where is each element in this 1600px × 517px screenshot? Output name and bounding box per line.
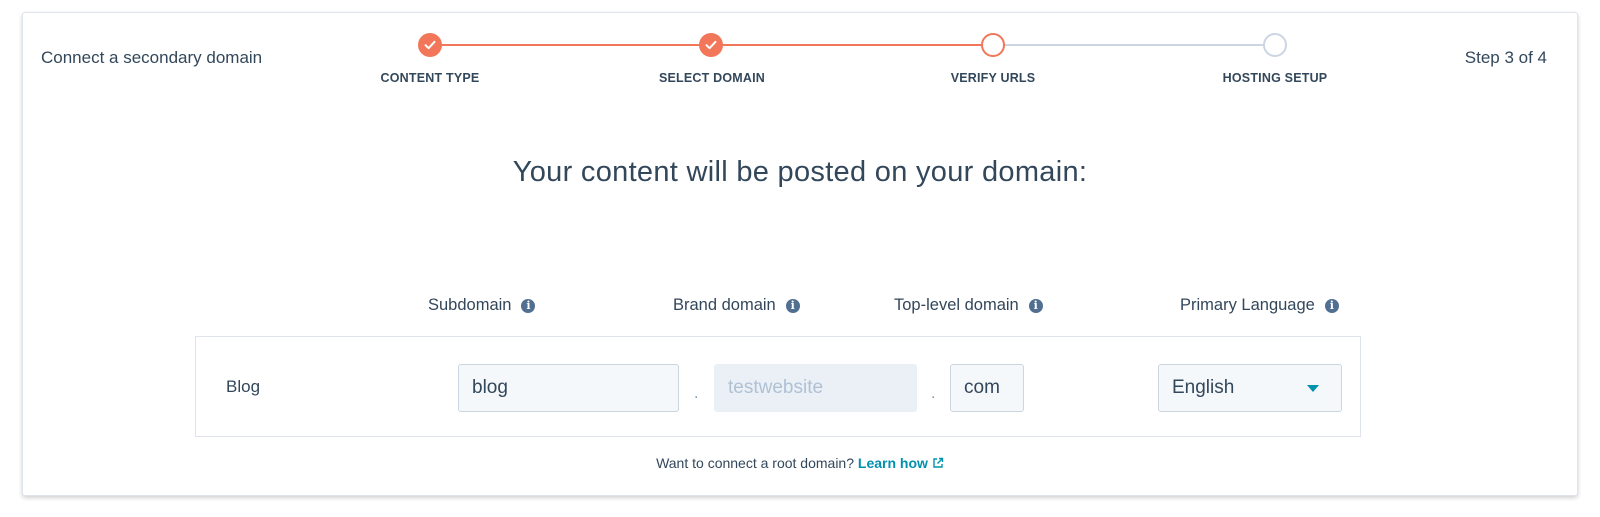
content-type-label: Blog [226, 377, 261, 396]
stepper-line-3 [1005, 44, 1287, 46]
primary-language-header: Primary Language i [1180, 296, 1339, 315]
page-headline: Your content will be posted on your doma… [512, 156, 1088, 188]
top-level-domain-header: Top-level domain i [894, 296, 1043, 315]
info-icon[interactable]: i [1028, 298, 1043, 313]
root-domain-note: Want to connect a root domain? Learn how [23, 455, 1577, 471]
learn-how-link[interactable]: Learn how [858, 455, 944, 471]
step-select-domain-node[interactable] [699, 33, 723, 57]
domain-row: Blog blog . testwebsite . com English [195, 336, 1361, 437]
separator-dot: . [931, 385, 936, 402]
step-label-select-domain: SELECT DOMAIN [658, 71, 766, 85]
check-icon [424, 40, 436, 50]
info-icon[interactable]: i [1324, 298, 1339, 313]
root-domain-question: Want to connect a root domain? [656, 455, 855, 471]
caret-down-icon [1307, 385, 1319, 392]
connect-domain-card: Connect a secondary domain Step 3 of 4 C… [22, 12, 1578, 496]
info-icon[interactable]: i [785, 298, 800, 313]
step-hosting-setup-node [1263, 33, 1287, 57]
stepper-line-1 [441, 44, 723, 46]
external-link-icon [933, 457, 944, 468]
primary-language-value: English [1172, 377, 1235, 398]
top-level-domain-input[interactable]: com [950, 364, 1024, 412]
step-label-content-type: CONTENT TYPE [380, 71, 480, 85]
primary-language-header-label: Primary Language [1180, 296, 1315, 314]
top-level-domain-header-label: Top-level domain [894, 296, 1019, 314]
subdomain-input[interactable]: blog [458, 364, 679, 412]
step-content-type-node[interactable] [418, 33, 442, 57]
step-label-verify-urls: VERIFY URLS [950, 71, 1036, 85]
primary-language-select[interactable]: English [1158, 364, 1342, 412]
info-icon[interactable]: i [521, 298, 536, 313]
learn-how-link-label: Learn how [857, 455, 928, 471]
brand-domain-header-label: Brand domain [673, 296, 776, 314]
separator-dot: . [694, 385, 699, 402]
step-label-hosting-setup: HOSTING SETUP [1222, 71, 1328, 85]
brand-domain-header: Brand domain i [673, 296, 800, 315]
check-icon [705, 40, 717, 50]
subdomain-header-label: Subdomain [428, 296, 512, 314]
step-verify-urls-node [981, 33, 1005, 57]
brand-domain-input: testwebsite [714, 364, 917, 412]
subdomain-header: Subdomain i [428, 296, 536, 315]
progress-stepper: CONTENT TYPE SELECT DOMAIN VERIFY URLS H… [23, 13, 1577, 103]
stepper-line-2 [723, 44, 1005, 46]
